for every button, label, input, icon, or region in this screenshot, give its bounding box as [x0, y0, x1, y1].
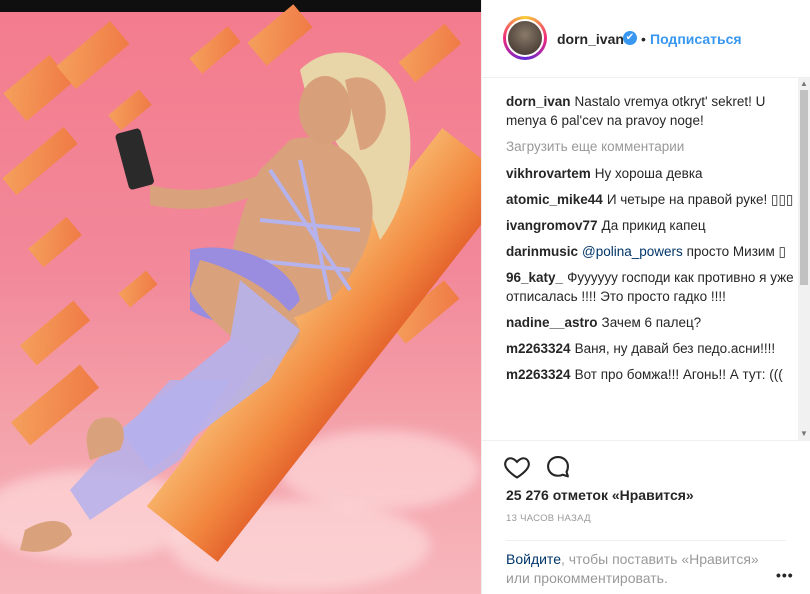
comment-username[interactable]: m2263324 — [506, 367, 571, 382]
comment-username[interactable]: ivangromov77 — [506, 218, 598, 233]
login-prompt: Войдите, чтобы поставить «Нравится» или … — [506, 540, 786, 588]
comment-text: Ваня, ну давай без педо.асни!!!! — [574, 341, 776, 356]
comment-text: И четыре на правой руке! ▯▯▯ — [606, 192, 794, 207]
comment-item: nadine__astro Зачем 6 палец? — [506, 313, 799, 332]
scroll-thumb[interactable] — [800, 90, 808, 285]
comment-item: 96_katy_ Фууууyy господи как противно я у… — [506, 268, 799, 306]
comment-username[interactable]: m2263324 — [506, 341, 571, 356]
heart-icon[interactable] — [503, 453, 531, 481]
scroll-up-arrow-icon[interactable]: ▲ — [798, 78, 810, 90]
more-options-icon[interactable]: ••• — [776, 567, 794, 583]
post-header: dorn_ivan ✔ • Подписаться — [482, 0, 810, 78]
comments-list[interactable]: dorn_ivan Nastalo vremya otkryt' sekret! … — [482, 78, 799, 440]
comment-text: Ну хороша девка — [594, 166, 703, 181]
post-side-panel: dorn_ivan ✔ • Подписаться dorn_ivan Nasta… — [481, 0, 810, 594]
caption: dorn_ivan Nastalo vremya otkryt' sekret! … — [506, 92, 799, 130]
comment-item: atomic_mike44 И четыре на правой руке! ▯▯… — [506, 190, 799, 209]
comment-item: ivangromov77 Да прикид капец — [506, 216, 799, 235]
comment-item: m2263324 Вот про бомжа!!! Агонь!! А тут: … — [506, 365, 799, 384]
post-timestamp[interactable]: 13 ЧАСОВ НАЗАД — [506, 513, 591, 524]
comment-text: Вот про бомжа!!! Агонь!! А тут: ((( — [574, 367, 783, 382]
speech-bubble-icon[interactable] — [544, 453, 572, 481]
load-more-comments-button[interactable]: Загрузить еще комментарии — [506, 137, 799, 156]
follow-button[interactable]: Подписаться — [650, 31, 742, 47]
comment-text: Да прикид капец — [601, 218, 706, 233]
avatar[interactable] — [506, 19, 544, 57]
verified-badge-icon: ✔ — [623, 31, 637, 45]
comment-text: просто Мизим ▯ — [686, 244, 786, 259]
comment-username[interactable]: vikhrovartem — [506, 166, 591, 181]
header-separator: • — [641, 31, 646, 47]
comment-username[interactable]: atomic_mike44 — [506, 192, 603, 207]
comment-mention[interactable]: @polina_powers — [582, 244, 683, 259]
header-username[interactable]: dorn_ivan — [557, 31, 624, 47]
caption-username[interactable]: dorn_ivan — [506, 94, 571, 109]
scroll-down-arrow-icon[interactable]: ▼ — [798, 428, 810, 440]
comments-scrollbar[interactable]: ▲ ▼ — [798, 78, 810, 440]
comment-username[interactable]: 96_katy_ — [506, 270, 563, 285]
post-photo[interactable] — [0, 0, 481, 594]
figure-illustration — [20, 52, 411, 552]
comment-username[interactable]: nadine__astro — [506, 315, 598, 330]
avatar-story-ring[interactable] — [503, 16, 547, 60]
login-link[interactable]: Войдите — [506, 551, 561, 567]
comment-item: darinmusic @polina_powers просто Мизим ▯ — [506, 242, 799, 261]
comment-item: vikhrovartem Ну хороша девка — [506, 164, 799, 183]
post-actions: 25 276 отметок «Нравится» 13 ЧАСОВ НАЗАД… — [482, 440, 810, 594]
comment-item: m2263324 Ваня, ну давай без педо.асни!!!! — [506, 339, 799, 358]
comment-text: Зачем 6 палец? — [601, 315, 702, 330]
likes-count[interactable]: 25 276 отметок «Нравится» — [506, 487, 694, 503]
comment-username[interactable]: darinmusic — [506, 244, 578, 259]
